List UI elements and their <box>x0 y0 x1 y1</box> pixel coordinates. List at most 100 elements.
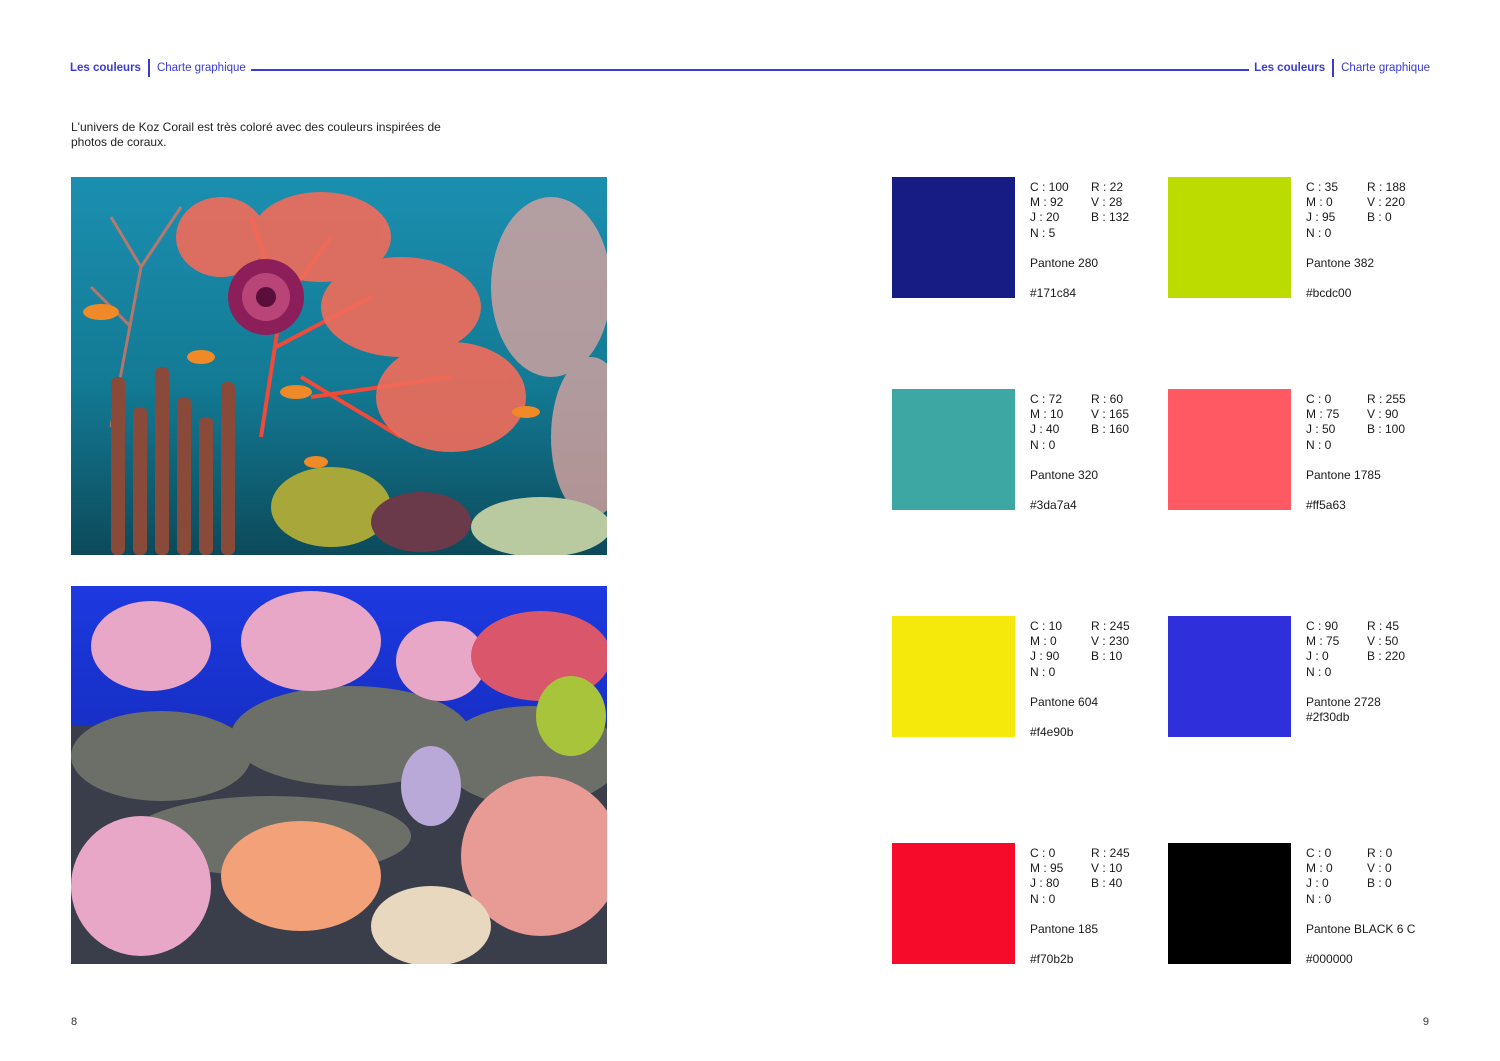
cmyk-value: M : 95 <box>1030 861 1064 876</box>
cmyk-value: N : 0 <box>1030 664 1056 679</box>
color-spec: C : 0 R : 0 M : 0 V : 0 J : 0 B : 0 N : 0 Panto… <box>1306 846 1415 968</box>
cmyk-value: C : 0 <box>1306 392 1332 406</box>
color-swatch <box>892 389 1015 510</box>
cmyk-value: N : 0 <box>1306 891 1332 906</box>
running-header-left: Les couleurs Charte graphique <box>70 59 246 77</box>
header-section: Les couleurs <box>70 62 141 74</box>
pantone-value: Pantone 604 <box>1030 695 1099 709</box>
color-swatch <box>1168 389 1291 510</box>
cmyk-value: N : 0 <box>1030 437 1056 452</box>
rgb-value: R : 188 <box>1367 180 1406 194</box>
pantone-value: Pantone 185 <box>1030 922 1099 936</box>
cmyk-value: C : 100 <box>1030 180 1069 194</box>
rgb-value: V : 220 <box>1367 195 1406 210</box>
rgb-value: V : 230 <box>1091 634 1130 649</box>
hex-value: #3da7a4 <box>1030 498 1077 513</box>
cmyk-value: J : 20 <box>1030 210 1060 225</box>
color-spec: C : 90 R : 45 M : 75 V : 50 J : 0 B : 220 N : … <box>1306 619 1405 725</box>
color-spec: C : 0 R : 255 M : 75 V : 90 J : 50 B : 100 N :… <box>1306 392 1406 514</box>
hex-value: #bcdc00 <box>1306 286 1352 301</box>
intro-text: L'univers de Koz Corail est très coloré … <box>71 120 441 149</box>
rgb-value: B : 10 <box>1091 649 1123 664</box>
rgb-value: V : 50 <box>1367 634 1399 649</box>
rgb-value: R : 255 <box>1367 392 1406 406</box>
rgb-value: B : 100 <box>1367 422 1406 437</box>
rgb-value: V : 165 <box>1091 407 1130 422</box>
cmyk-value: M : 75 <box>1306 407 1340 422</box>
running-header-right: Les couleurs Charte graphique <box>1254 59 1430 77</box>
header-subsection: Charte graphique <box>1341 62 1430 74</box>
rgb-value: B : 132 <box>1091 210 1130 225</box>
rgb-value: V : 90 <box>1367 407 1399 422</box>
color-swatch <box>1168 177 1291 298</box>
pantone-value: Pantone 2728 <box>1306 695 1381 709</box>
hex-value: #f70b2b <box>1030 952 1074 967</box>
cmyk-value: C : 72 <box>1030 392 1063 406</box>
color-spec: C : 100 R : 22 M : 92 V : 28 J : 20 B : 132 N … <box>1030 180 1129 302</box>
hex-value: #f4e90b <box>1030 725 1074 740</box>
pantone-value: Pantone 280 <box>1030 256 1099 270</box>
rgb-value: R : 0 <box>1367 846 1393 860</box>
cmyk-value: N : 0 <box>1030 891 1056 906</box>
cmyk-value: J : 0 <box>1306 876 1329 891</box>
color-swatch <box>1168 616 1291 737</box>
rgb-value: V : 10 <box>1091 861 1123 876</box>
hex-value: #2f30db <box>1306 710 1350 725</box>
cmyk-value: M : 92 <box>1030 195 1064 210</box>
cmyk-value: M : 10 <box>1030 407 1064 422</box>
pantone-value: Pantone BLACK 6 C <box>1306 922 1416 936</box>
rgb-value: B : 0 <box>1367 876 1392 891</box>
pantone-value: Pantone 382 <box>1306 256 1375 270</box>
header-subsection: Charte graphique <box>156 62 246 74</box>
header-divider <box>147 59 150 77</box>
page-number-left: 8 <box>71 1016 78 1028</box>
color-swatch <box>892 616 1015 737</box>
color-swatch <box>892 843 1015 964</box>
hex-value: #ff5a63 <box>1306 498 1346 513</box>
cmyk-value: N : 0 <box>1306 437 1332 452</box>
coral-reef-photo-2 <box>71 586 607 964</box>
rgb-value: R : 245 <box>1091 846 1130 860</box>
rgb-value: B : 220 <box>1367 649 1406 664</box>
cmyk-value: N : 0 <box>1306 225 1332 240</box>
color-spec: C : 35 R : 188 M : 0 V : 220 J : 95 B : 0 N : … <box>1306 180 1406 302</box>
header-divider <box>1332 59 1335 77</box>
rgb-value: B : 160 <box>1091 422 1130 437</box>
rgb-value: R : 45 <box>1367 619 1400 633</box>
color-swatch <box>1168 843 1291 964</box>
rgb-value: V : 0 <box>1367 861 1392 876</box>
cmyk-value: J : 95 <box>1306 210 1336 225</box>
rgb-value: R : 22 <box>1091 180 1124 194</box>
header-rule <box>251 69 1249 71</box>
color-spec: C : 0 R : 245 M : 95 V : 10 J : 80 B : 40 N : … <box>1030 846 1130 968</box>
cmyk-value: N : 5 <box>1030 225 1056 240</box>
cmyk-value: M : 0 <box>1306 861 1333 876</box>
cmyk-value: M : 0 <box>1030 634 1057 649</box>
cmyk-value: J : 50 <box>1306 422 1336 437</box>
color-spec: C : 10 R : 245 M : 0 V : 230 J : 90 B : 10 N :… <box>1030 619 1130 741</box>
cmyk-value: M : 75 <box>1306 634 1340 649</box>
cmyk-value: J : 90 <box>1030 649 1060 664</box>
pantone-value: Pantone 1785 <box>1306 468 1381 482</box>
cmyk-value: C : 10 <box>1030 619 1063 633</box>
coral-reef-photo-1 <box>71 177 607 555</box>
color-swatch <box>892 177 1015 298</box>
hex-value: #171c84 <box>1030 286 1077 301</box>
cmyk-value: J : 0 <box>1306 649 1329 664</box>
cmyk-value: N : 0 <box>1306 664 1332 679</box>
cmyk-value: J : 80 <box>1030 876 1060 891</box>
color-spec: C : 72 R : 60 M : 10 V : 165 J : 40 B : 160 N … <box>1030 392 1129 514</box>
rgb-value: V : 28 <box>1091 195 1123 210</box>
header-section: Les couleurs <box>1254 62 1326 74</box>
cmyk-value: C : 0 <box>1030 846 1056 860</box>
cmyk-value: C : 0 <box>1306 846 1332 860</box>
cmyk-value: M : 0 <box>1306 195 1333 210</box>
cmyk-value: J : 40 <box>1030 422 1060 437</box>
cmyk-value: C : 35 <box>1306 180 1339 194</box>
hex-value: #000000 <box>1306 952 1353 967</box>
rgb-value: B : 0 <box>1367 210 1392 225</box>
page-number-right: 9 <box>1422 1016 1429 1028</box>
rgb-value: R : 245 <box>1091 619 1130 633</box>
pantone-value: Pantone 320 <box>1030 468 1099 482</box>
rgb-value: B : 40 <box>1091 876 1123 891</box>
